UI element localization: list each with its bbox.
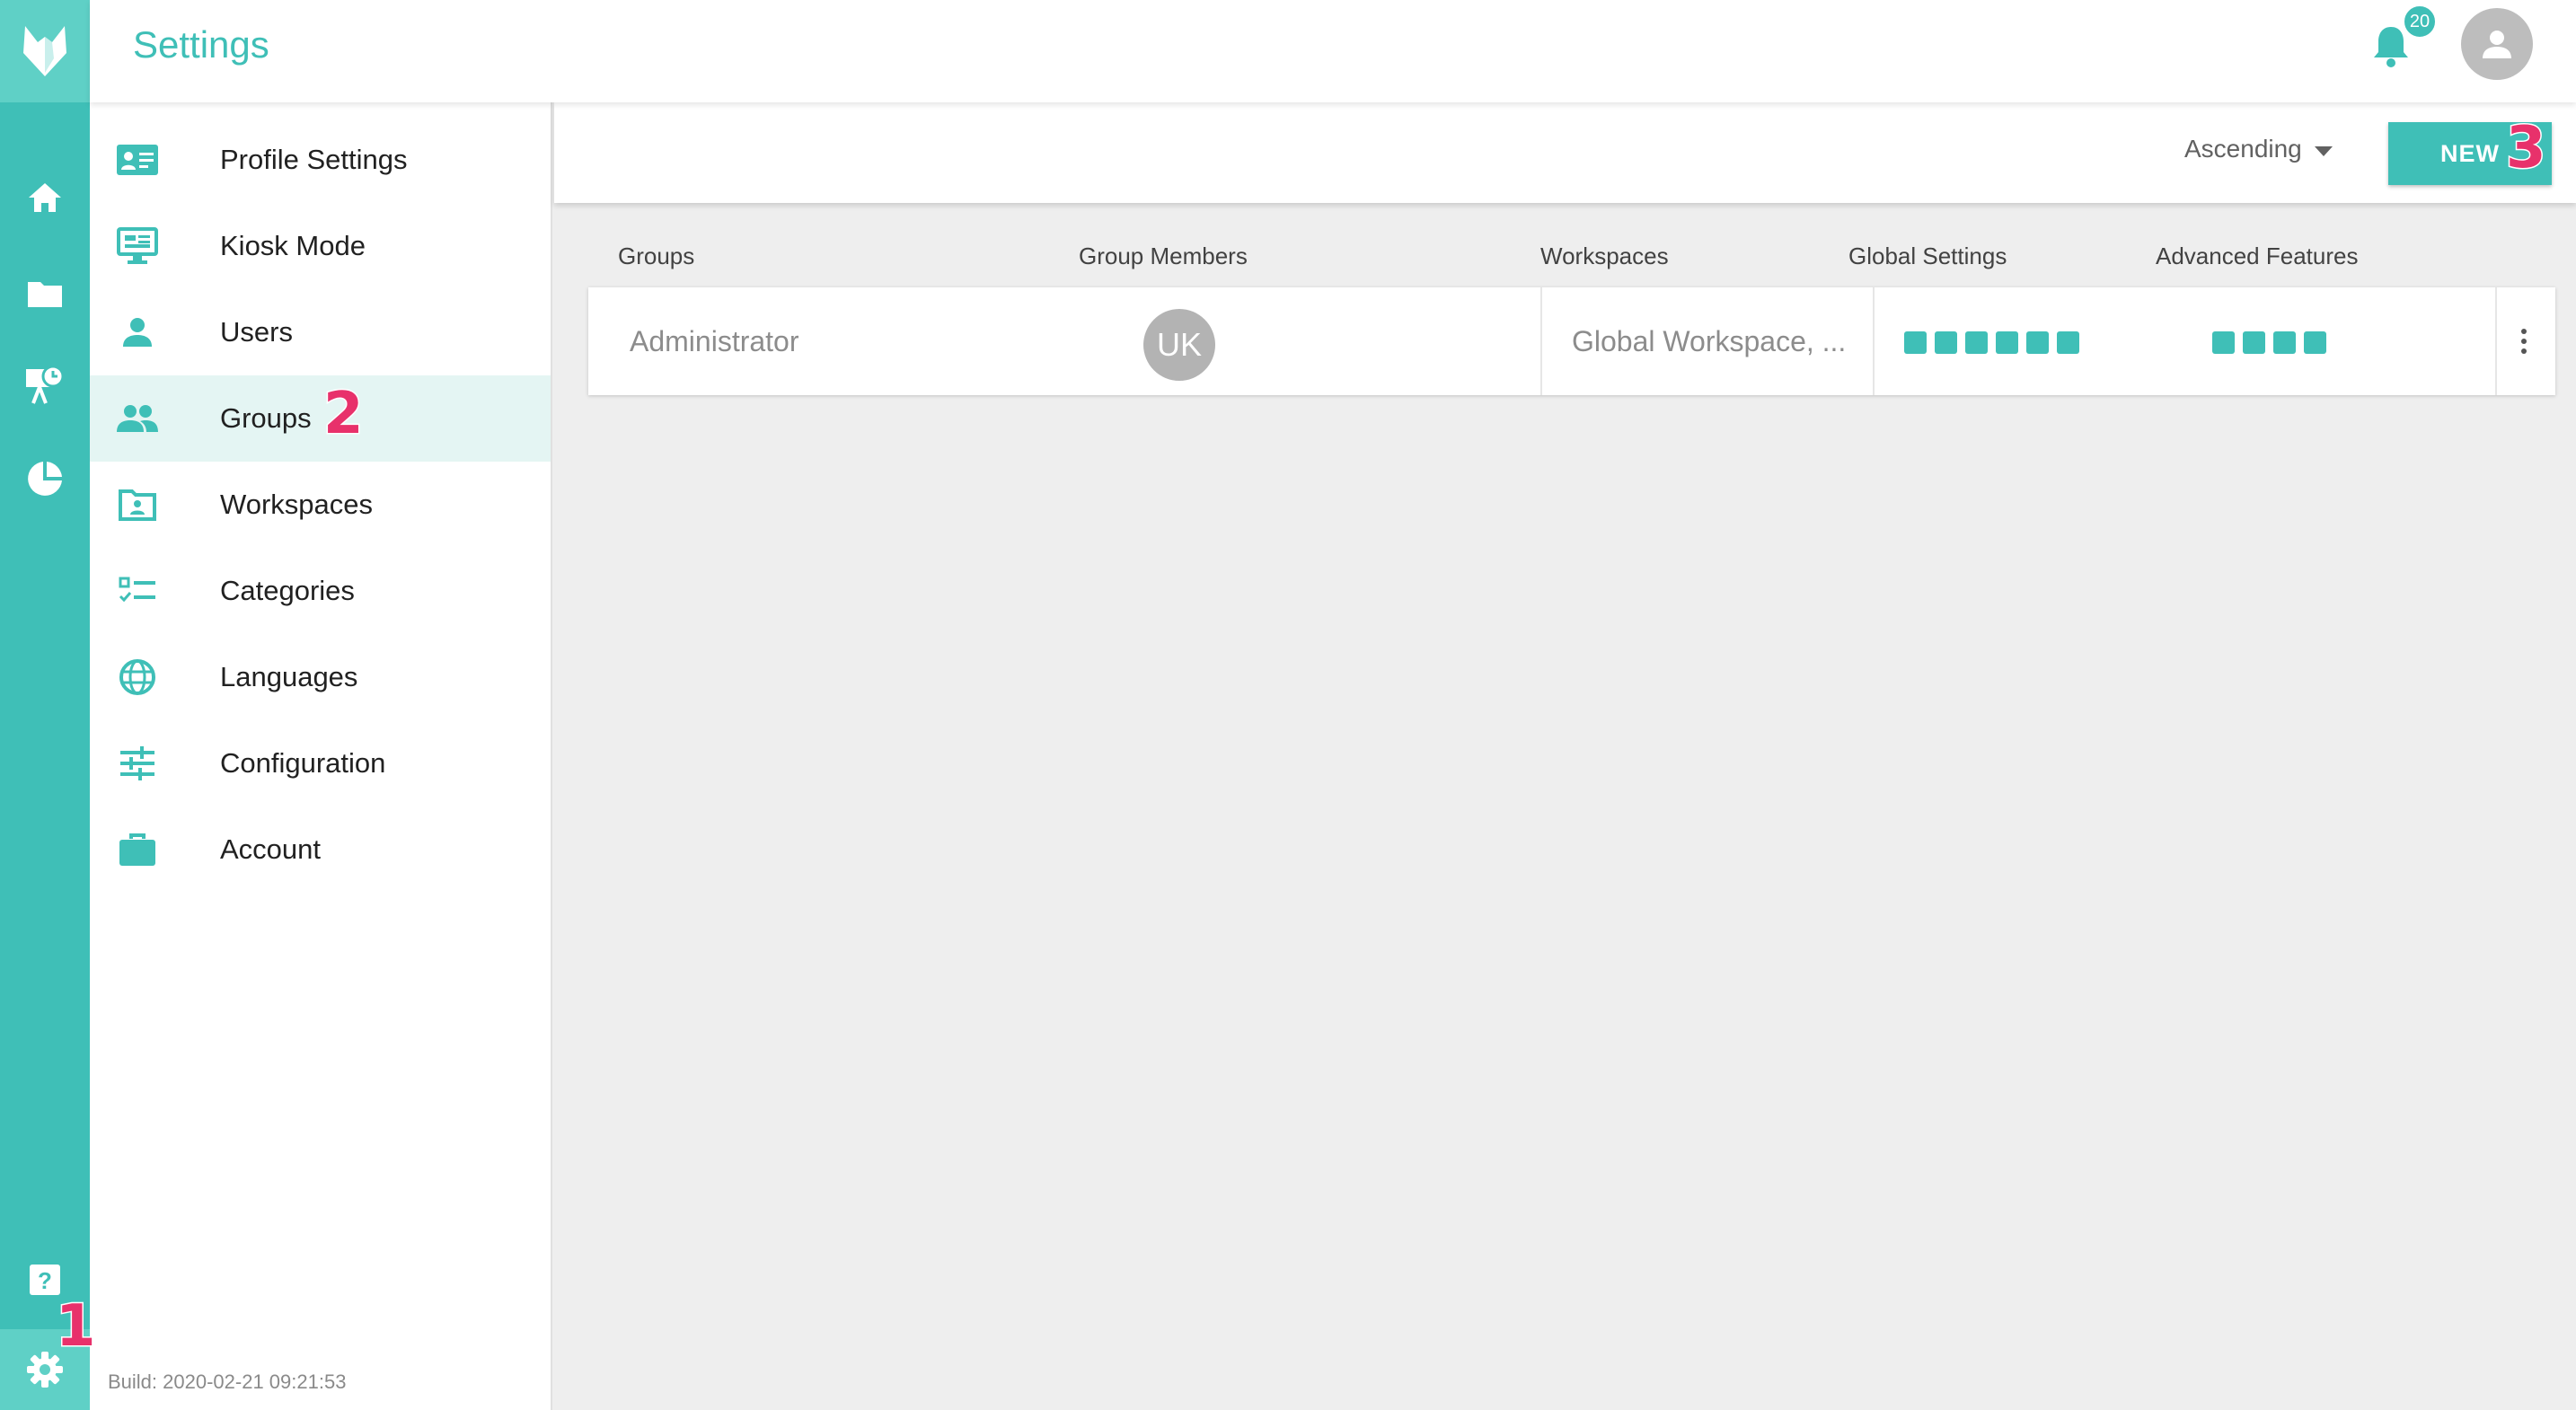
sidebar-item-configuration[interactable]: Configuration [90,720,551,806]
monitor-icon [115,224,160,269]
sort-dropdown[interactable]: Ascending [2184,135,2333,163]
global-setting-indicator [1935,331,1957,354]
caret-down-icon [2314,135,2333,163]
sidebar-item-profile-settings[interactable]: Profile Settings [90,117,551,203]
column-header-groups[interactable]: Groups [618,242,694,270]
column-divider [2495,287,2497,395]
callout-3: 3 [2505,114,2548,183]
callout-1: 1 [55,1292,98,1362]
advanced-features-indicators [2212,331,2326,354]
sidebar-item-users[interactable]: Users [90,289,551,375]
home-icon[interactable] [22,175,67,220]
sidebar-item-categories[interactable]: Categories [90,548,551,634]
member-avatar[interactable]: UK [1143,309,1215,381]
sidebar-item-label: Account [220,833,322,865]
pie-chart-icon[interactable] [22,456,67,501]
settings-sidebar: Profile Settings Kiosk Mode Users Groups… [90,102,552,1410]
presentation-clock-icon[interactable] [22,362,67,407]
notification-badge: 20 [2402,4,2438,40]
folder-icon[interactable] [22,271,67,316]
workspace-folder-icon [115,482,160,527]
sidebar-item-label: Workspaces [220,489,373,520]
page-title: Settings [133,23,269,66]
sidebar-item-label: Groups [220,402,312,434]
top-header: Settings 20 [90,0,2576,102]
user-icon [115,310,160,355]
sidebar-item-workspaces[interactable]: Workspaces [90,462,551,548]
checklist-icon [115,568,160,613]
sidebar-item-label: Profile Settings [220,144,408,175]
briefcase-icon [115,827,160,872]
sidebar-item-languages[interactable]: Languages [90,634,551,720]
more-options-icon[interactable] [2510,323,2537,359]
people-icon [115,396,160,441]
sidebar-item-label: Categories [220,575,355,606]
sidebar-item-label: Configuration [220,747,386,779]
column-header-advanced-features[interactable]: Advanced Features [2156,242,2358,270]
sidebar-item-kiosk-mode[interactable]: Kiosk Mode [90,203,551,289]
advanced-feature-indicator [2243,331,2265,354]
profile-card-icon [115,137,160,182]
sort-label: Ascending [2184,135,2302,163]
user-avatar-icon[interactable] [2461,8,2533,80]
sidebar-item-label: Users [220,316,293,348]
table-row[interactable]: Administrator UK Global Workspace, ... [588,287,2555,395]
content-toolbar: Ascending NEW [554,102,2576,203]
advanced-feature-indicator [2212,331,2235,354]
global-setting-indicator [2026,331,2049,354]
advanced-feature-indicator [2273,331,2296,354]
global-setting-indicator [1904,331,1927,354]
column-header-workspaces[interactable]: Workspaces [1540,242,1669,270]
fox-logo-icon[interactable] [0,0,90,102]
advanced-feature-indicator [2304,331,2326,354]
callout-2: 2 [322,380,366,449]
column-header-global-settings[interactable]: Global Settings [1848,242,2007,270]
column-divider [1873,287,1875,395]
sidebar-item-label: Languages [220,661,358,692]
column-divider [1540,287,1542,395]
sliders-icon [115,741,160,786]
group-name-cell: Administrator [630,325,799,357]
global-setting-indicator [1996,331,2018,354]
globe-icon [115,655,160,700]
global-settings-indicators [1904,331,2079,354]
sidebar-item-account[interactable]: Account [90,806,551,893]
left-rail: ? [0,0,90,1410]
global-setting-indicator [1965,331,1988,354]
workspaces-cell: Global Workspace, ... [1572,325,1847,357]
column-header-group-members[interactable]: Group Members [1079,242,1248,270]
build-info: Build: 2020-02-21 09:21:53 [108,1370,347,1393]
sidebar-item-label: Kiosk Mode [220,230,366,261]
svg-text:?: ? [38,1267,52,1294]
global-setting-indicator [2057,331,2079,354]
sidebar-item-groups[interactable]: Groups [90,375,551,462]
